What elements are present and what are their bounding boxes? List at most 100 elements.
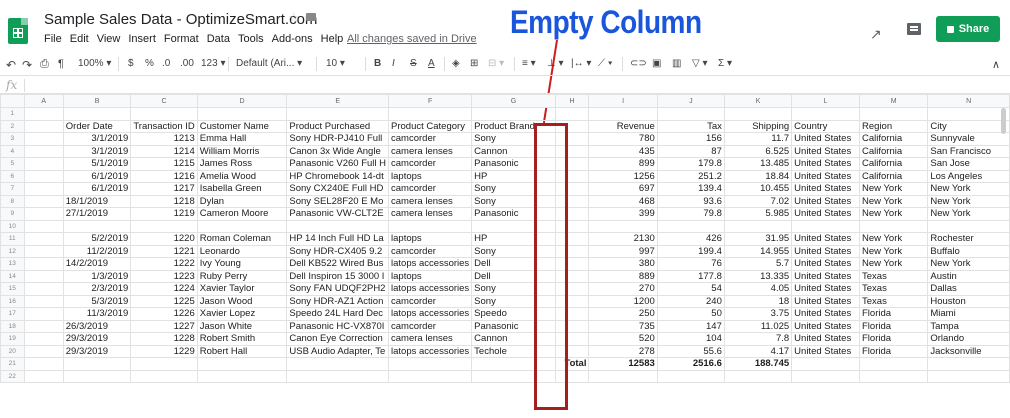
cell-l16[interactable]: United States xyxy=(791,294,860,308)
cell-b22[interactable] xyxy=(62,369,132,383)
cell-n16[interactable]: Houston xyxy=(927,294,1010,308)
cell-n6[interactable]: Los Angeles xyxy=(927,169,1010,183)
cell-i10[interactable] xyxy=(588,219,658,233)
cell-l10[interactable] xyxy=(791,219,860,233)
cell-b10[interactable] xyxy=(62,219,132,233)
row-header[interactable]: 9 xyxy=(0,207,25,221)
cell-b16[interactable]: 5/3/2019 xyxy=(62,294,132,308)
percent-format-button[interactable]: % xyxy=(145,58,154,69)
bold-button[interactable]: B xyxy=(374,58,381,69)
cell-c17[interactable]: 1226 xyxy=(130,307,198,321)
column-header-h[interactable]: H xyxy=(554,94,590,108)
cell-d19[interactable]: Robert Smith xyxy=(196,332,288,346)
cell-i3[interactable]: 780 xyxy=(588,132,658,146)
column-header-d[interactable]: D xyxy=(196,94,288,108)
cell-l15[interactable]: United States xyxy=(791,282,860,296)
cell-b8[interactable]: 18/1/2019 xyxy=(62,194,132,208)
cell-k3[interactable]: 11.7 xyxy=(723,132,793,146)
insert-link-icon[interactable]: ⊂⊃ xyxy=(630,58,647,69)
vertical-scrollbar[interactable] xyxy=(1001,108,1006,134)
cell-i6[interactable]: 1256 xyxy=(588,169,658,183)
cell-b2[interactable]: Order Date xyxy=(62,119,132,133)
row-header[interactable]: 8 xyxy=(0,194,25,208)
cell-f18[interactable]: camcorder xyxy=(388,319,473,333)
cell-e14[interactable]: Dell Inspiron 15 3000 I xyxy=(286,269,390,283)
cell-i1[interactable] xyxy=(588,107,658,121)
row-header[interactable]: 11 xyxy=(0,232,25,246)
column-header-k[interactable]: K xyxy=(723,94,793,108)
cell-k5[interactable]: 13.485 xyxy=(723,157,793,171)
cell-c21[interactable] xyxy=(130,357,198,371)
cell-c20[interactable]: 1229 xyxy=(130,344,198,358)
cell-f22[interactable] xyxy=(388,369,473,383)
cell-m18[interactable]: Florida xyxy=(858,319,929,333)
cell-l12[interactable]: United States xyxy=(791,244,860,258)
cell-f8[interactable]: camera lenses xyxy=(388,194,473,208)
cell-a6[interactable] xyxy=(23,169,64,183)
cell-c16[interactable]: 1225 xyxy=(130,294,198,308)
cell-n5[interactable]: San Jose xyxy=(927,157,1010,171)
cell-b6[interactable]: 6/1/2019 xyxy=(62,169,132,183)
row-header[interactable]: 17 xyxy=(0,307,25,321)
column-header-b[interactable]: B xyxy=(62,94,132,108)
cell-k1[interactable] xyxy=(723,107,793,121)
cell-e18[interactable]: Panasonic HC-VX870I xyxy=(286,319,390,333)
cell-k19[interactable]: 7.8 xyxy=(723,332,793,346)
cell-c13[interactable]: 1222 xyxy=(130,257,198,271)
decrease-decimal-button[interactable]: .0 xyxy=(162,58,170,69)
cell-e12[interactable]: Sony HDR-CX405 9.2 xyxy=(286,244,390,258)
cell-i14[interactable]: 889 xyxy=(588,269,658,283)
cell-b9[interactable]: 27/1/2019 xyxy=(62,207,132,221)
cell-l3[interactable]: United States xyxy=(791,132,860,146)
cell-i12[interactable]: 997 xyxy=(588,244,658,258)
cell-e4[interactable]: Canon 3x Wide Angle xyxy=(286,144,390,158)
functions-button[interactable]: Σ ▾ xyxy=(718,58,732,69)
cell-l2[interactable]: Country xyxy=(791,119,860,133)
cell-j20[interactable]: 55.6 xyxy=(656,344,725,358)
text-color-button[interactable]: A xyxy=(428,58,435,69)
cell-a3[interactable] xyxy=(23,132,64,146)
cell-j3[interactable]: 156 xyxy=(656,132,725,146)
star-icon[interactable]: ☆ xyxy=(288,10,300,26)
cell-j8[interactable]: 93.6 xyxy=(656,194,725,208)
cell-c12[interactable]: 1221 xyxy=(130,244,198,258)
cell-c2[interactable]: Transaction ID xyxy=(130,119,198,133)
cell-c1[interactable] xyxy=(130,107,198,121)
cell-k17[interactable]: 3.75 xyxy=(723,307,793,321)
cell-d10[interactable] xyxy=(196,219,288,233)
cell-f11[interactable]: laptops xyxy=(388,232,473,246)
row-header[interactable]: 7 xyxy=(0,182,25,196)
cell-b5[interactable]: 5/1/2019 xyxy=(62,157,132,171)
cell-e1[interactable] xyxy=(286,107,390,121)
cell-l6[interactable]: United States xyxy=(791,169,860,183)
cell-d5[interactable]: James Ross xyxy=(196,157,288,171)
menu-help[interactable]: Help xyxy=(321,33,344,45)
cell-f6[interactable]: laptops xyxy=(388,169,473,183)
cell-b14[interactable]: 1/3/2019 xyxy=(62,269,132,283)
cell-b11[interactable]: 5/2/2019 xyxy=(62,232,132,246)
cell-n12[interactable]: Buffalo xyxy=(927,244,1010,258)
cell-i13[interactable]: 380 xyxy=(588,257,658,271)
cell-e11[interactable]: HP 14 Inch Full HD La xyxy=(286,232,390,246)
cell-k20[interactable]: 4.17 xyxy=(723,344,793,358)
cell-l18[interactable]: United States xyxy=(791,319,860,333)
cell-b20[interactable]: 29/3/2019 xyxy=(62,344,132,358)
cell-d7[interactable]: Isabella Green xyxy=(196,182,288,196)
cell-c18[interactable]: 1227 xyxy=(130,319,198,333)
row-header[interactable]: 6 xyxy=(0,169,25,183)
cell-b13[interactable]: 14/2/2019 xyxy=(62,257,132,271)
vertical-align-icon[interactable]: ⊥ ▾ xyxy=(547,58,564,69)
cell-j19[interactable]: 104 xyxy=(656,332,725,346)
cell-m16[interactable]: Texas xyxy=(858,294,929,308)
row-header[interactable]: 13 xyxy=(0,257,25,271)
text-rotation-icon[interactable]: ⟋ ▾ xyxy=(598,58,613,69)
cell-l9[interactable]: United States xyxy=(791,207,860,221)
column-header-i[interactable]: I xyxy=(588,94,658,108)
cell-k15[interactable]: 4.05 xyxy=(723,282,793,296)
cell-d8[interactable]: Dylan xyxy=(196,194,288,208)
cell-c8[interactable]: 1218 xyxy=(130,194,198,208)
cell-f4[interactable]: camera lenses xyxy=(388,144,473,158)
cell-e5[interactable]: Panasonic V260 Full H xyxy=(286,157,390,171)
cell-c4[interactable]: 1214 xyxy=(130,144,198,158)
cell-k10[interactable] xyxy=(723,219,793,233)
